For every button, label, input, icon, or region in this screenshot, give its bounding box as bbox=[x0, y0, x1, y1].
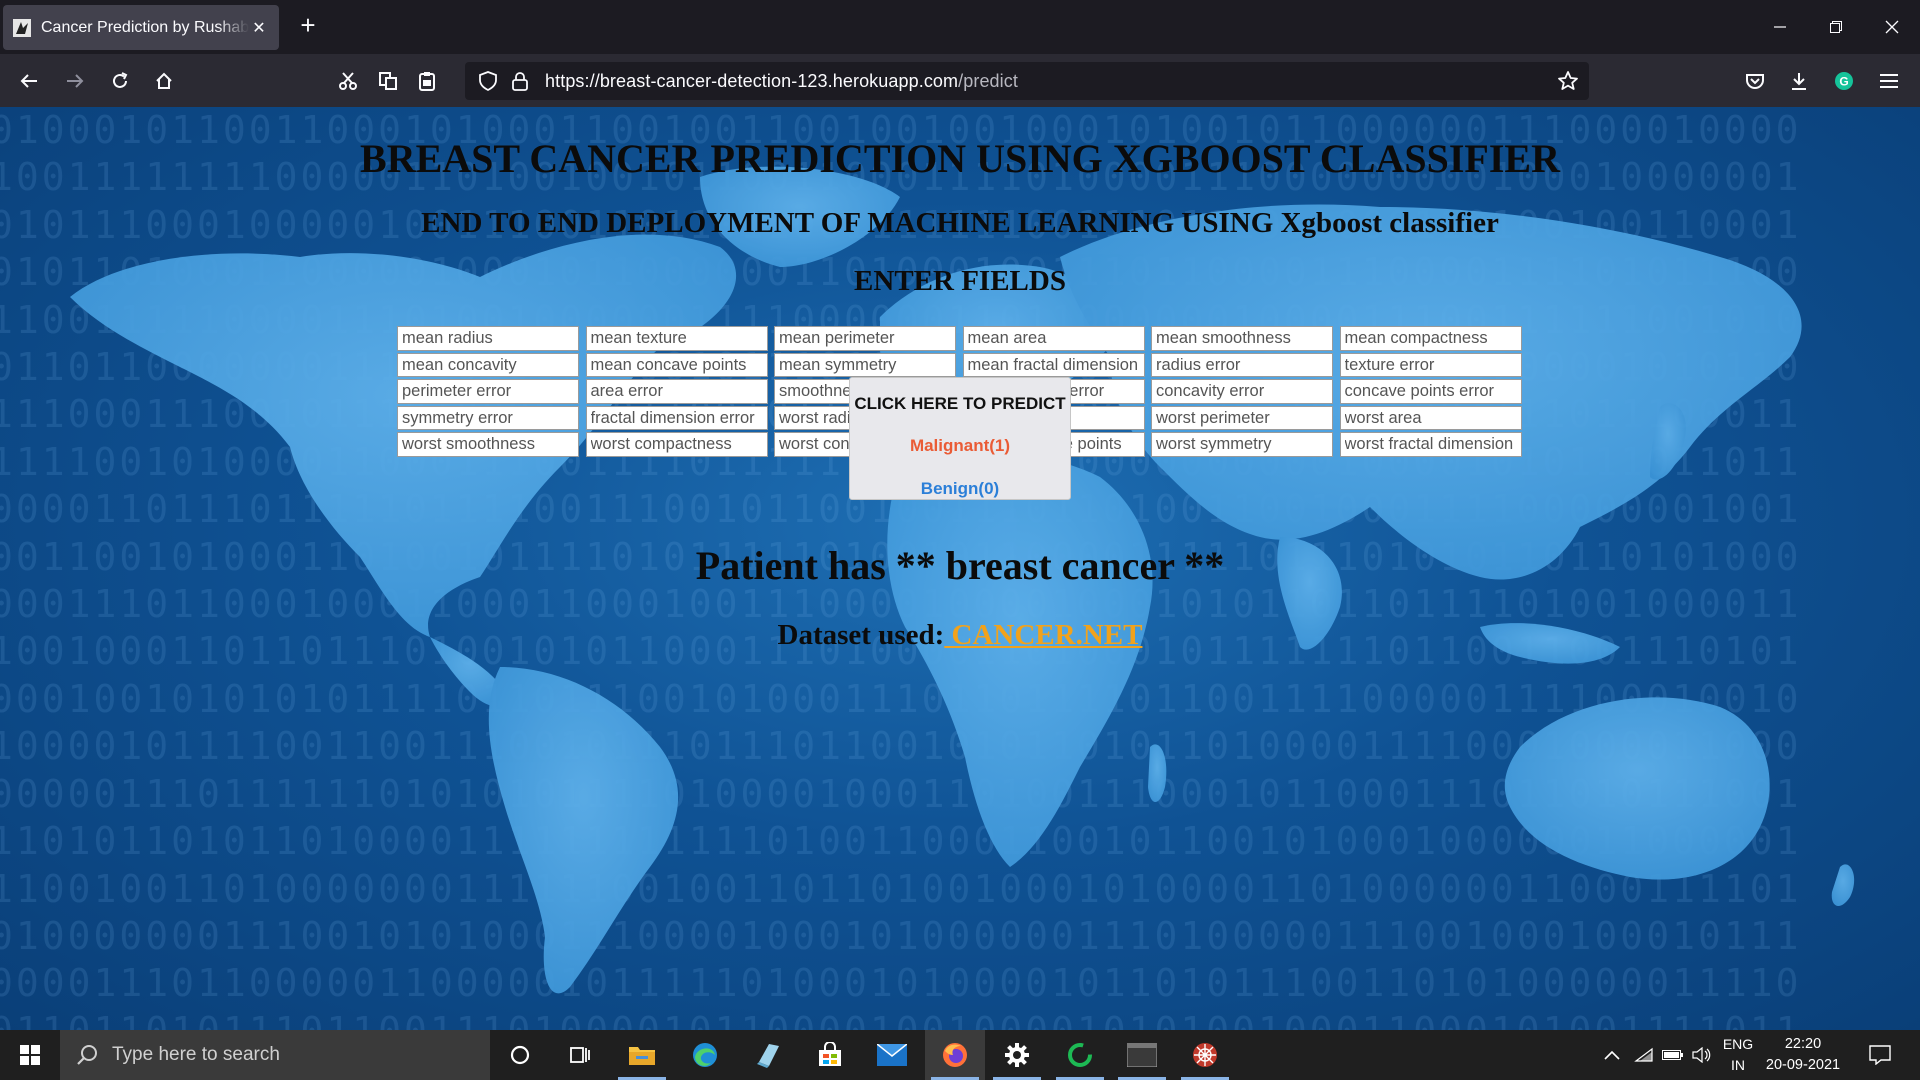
cortana-icon[interactable] bbox=[490, 1030, 550, 1080]
spider-app-icon[interactable] bbox=[1175, 1030, 1235, 1080]
shield-icon[interactable] bbox=[477, 70, 499, 92]
dataset-label: Dataset used: bbox=[777, 619, 945, 651]
feature-input-worst-symmetry[interactable] bbox=[1151, 432, 1333, 457]
feature-input-fractal-dimension-error[interactable] bbox=[585, 405, 768, 430]
feature-input-symmetry-error[interactable] bbox=[397, 405, 579, 430]
taskbar-search-box[interactable]: Type here to search bbox=[60, 1030, 490, 1080]
browser-tab[interactable]: Cancer Prediction by Rushab Kalambe ✕ bbox=[3, 5, 279, 50]
feature-input-mean-symmetry[interactable] bbox=[774, 352, 956, 377]
feature-input-concavity-error[interactable] bbox=[1151, 379, 1333, 404]
notepad-icon[interactable] bbox=[738, 1030, 798, 1080]
tab-favicon-icon bbox=[13, 18, 31, 37]
minimize-icon[interactable] bbox=[1752, 0, 1808, 54]
lock-icon[interactable] bbox=[509, 70, 531, 92]
address-bar[interactable]: https://breast-cancer-detection-123.hero… bbox=[465, 62, 1589, 100]
close-window-icon[interactable] bbox=[1864, 0, 1920, 54]
malignant-option[interactable]: Malignant(1) bbox=[850, 436, 1070, 456]
predict-button[interactable]: CLICK HERE TO PREDICT bbox=[850, 394, 1070, 414]
dataset-link[interactable]: CANCER.NET bbox=[944, 619, 1143, 651]
url-text: https://breast-cancer-detection-123.hero… bbox=[545, 71, 1018, 92]
section-heading: ENTER FIELDS bbox=[854, 265, 1066, 297]
benign-option[interactable]: Benign(0) bbox=[850, 479, 1070, 499]
system-clock[interactable]: 22:20 20-09-2021 bbox=[1765, 1034, 1841, 1076]
bookmark-star-icon[interactable] bbox=[1557, 70, 1579, 97]
feature-input-mean-fractal-dimension[interactable] bbox=[962, 352, 1145, 377]
mail-icon[interactable] bbox=[862, 1030, 922, 1080]
url-host: https://breast-cancer-detection-123.hero… bbox=[545, 70, 959, 91]
search-icon bbox=[77, 1045, 97, 1065]
region-code: IN bbox=[1731, 1057, 1745, 1073]
firefox-icon[interactable] bbox=[925, 1030, 985, 1080]
search-placeholder: Type here to search bbox=[112, 1044, 280, 1065]
feature-input-mean-texture[interactable] bbox=[585, 326, 768, 351]
url-path: /predict bbox=[958, 70, 1018, 91]
pocket-icon[interactable] bbox=[1742, 68, 1768, 94]
feature-input-worst-smoothness[interactable] bbox=[397, 432, 579, 457]
feature-input-perimeter-error[interactable] bbox=[397, 379, 579, 404]
battery-icon[interactable] bbox=[1659, 1030, 1687, 1080]
grammarly-icon[interactable]: G bbox=[1831, 68, 1857, 94]
clock-date: 20-09-2021 bbox=[1765, 1057, 1841, 1073]
cut-icon[interactable] bbox=[335, 68, 361, 94]
feature-input-mean-compactness[interactable] bbox=[1339, 326, 1522, 351]
feature-input-mean-smoothness[interactable] bbox=[1151, 326, 1333, 351]
edge-icon[interactable] bbox=[675, 1030, 735, 1080]
notifications-icon[interactable] bbox=[1860, 1030, 1900, 1080]
feature-input-worst-compactness[interactable] bbox=[585, 432, 768, 457]
prediction-result: Patient has ** breast cancer ** bbox=[695, 543, 1225, 588]
svg-text:G: G bbox=[1839, 75, 1848, 89]
feature-input-worst-fractal-dimension[interactable] bbox=[1339, 432, 1522, 457]
clock-time: 22:20 bbox=[1784, 1036, 1822, 1052]
settings-icon[interactable] bbox=[987, 1030, 1047, 1080]
page-subtitle: END TO END DEPLOYMENT OF MACHINE LEARNIN… bbox=[421, 207, 1499, 239]
back-icon[interactable] bbox=[16, 68, 42, 94]
restore-icon[interactable] bbox=[1808, 0, 1864, 54]
forward-icon[interactable] bbox=[62, 68, 88, 94]
paste-icon[interactable] bbox=[414, 68, 440, 94]
feature-input-concave-points-error[interactable] bbox=[1339, 379, 1522, 404]
home-icon[interactable] bbox=[151, 68, 177, 94]
new-tab-icon[interactable]: + bbox=[294, 12, 322, 40]
navigation-toolbar: https://breast-cancer-detection-123.hero… bbox=[0, 54, 1920, 107]
feature-input-mean-area[interactable] bbox=[962, 326, 1145, 351]
language-code: ENG bbox=[1722, 1036, 1754, 1052]
feature-input-mean-concave-points[interactable] bbox=[585, 352, 768, 377]
tab-strip: Cancer Prediction by Rushab Kalambe ✕ + bbox=[0, 0, 1920, 54]
refresh-app-icon[interactable] bbox=[1050, 1030, 1110, 1080]
feature-input-area-error[interactable] bbox=[585, 379, 768, 404]
downloads-icon[interactable] bbox=[1786, 68, 1812, 94]
tab-title: Cancer Prediction by Rushab Kalambe bbox=[41, 18, 249, 36]
feature-input-mean-concavity[interactable] bbox=[397, 352, 579, 377]
feature-input-worst-perimeter[interactable] bbox=[1151, 405, 1333, 430]
file-explorer-icon[interactable] bbox=[612, 1030, 672, 1080]
tab-close-icon[interactable]: ✕ bbox=[249, 18, 269, 38]
windows-start-icon[interactable] bbox=[0, 1030, 60, 1080]
menu-icon[interactable] bbox=[1876, 68, 1902, 94]
store-icon[interactable] bbox=[800, 1030, 860, 1080]
feature-input-worst-area[interactable] bbox=[1339, 405, 1522, 430]
copy-icon[interactable] bbox=[375, 68, 401, 94]
task-view-icon[interactable] bbox=[550, 1030, 610, 1080]
reload-icon[interactable] bbox=[107, 68, 133, 94]
predict-panel: CLICK HERE TO PREDICT Malignant(1) Benig… bbox=[849, 377, 1071, 500]
feature-input-radius-error[interactable] bbox=[1151, 352, 1333, 377]
feature-input-mean-perimeter[interactable] bbox=[774, 326, 956, 351]
page-title: BREAST CANCER PREDICTION USING XGBOOST C… bbox=[360, 136, 1560, 181]
wifi-icon[interactable] bbox=[1630, 1030, 1658, 1080]
windows-taskbar: Type here to search ENG IN 22:20 20-09-2… bbox=[0, 1030, 1920, 1080]
volume-icon[interactable] bbox=[1688, 1030, 1716, 1080]
show-hidden-icons-icon[interactable] bbox=[1598, 1030, 1626, 1080]
terminal-icon[interactable] bbox=[1112, 1030, 1172, 1080]
page-viewport: 0100010110011000101000110010011001001001… bbox=[0, 107, 1920, 1030]
feature-input-texture-error[interactable] bbox=[1339, 352, 1522, 377]
language-indicator[interactable]: ENG IN bbox=[1718, 1034, 1758, 1076]
dataset-line: Dataset used: CANCER.NET bbox=[0, 619, 1920, 652]
feature-input-mean-radius[interactable] bbox=[397, 326, 579, 351]
